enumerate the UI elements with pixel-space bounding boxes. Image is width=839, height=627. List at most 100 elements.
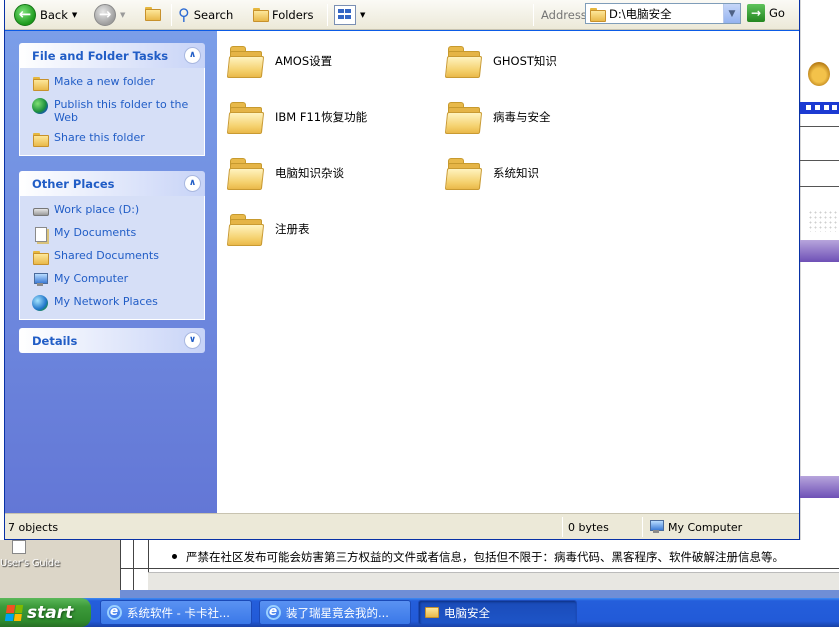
divider (800, 160, 839, 161)
task-label: Share this folder (54, 131, 145, 144)
address-field[interactable]: D:\电脑安全 ▼ (585, 3, 741, 24)
folder-item[interactable]: 病毒与安全 (444, 97, 551, 137)
divider (800, 186, 839, 187)
status-separator (642, 517, 643, 537)
folders-button[interactable]: Folders (249, 2, 317, 27)
status-object-count: 7 objects (8, 520, 59, 534)
start-label: start (27, 602, 74, 623)
back-arrow-icon: ← (14, 3, 36, 26)
place-label: Work place (D:) (54, 203, 140, 216)
up-folder-button[interactable] (141, 2, 163, 27)
folder-icon (444, 42, 483, 80)
folder-item[interactable]: 电脑知识杂谈 (226, 153, 344, 193)
collapse-chevron-icon[interactable]: ∧ (184, 47, 201, 64)
back-button[interactable]: ← Back ▼ (11, 2, 80, 27)
folder-item[interactable]: 注册表 (226, 209, 310, 249)
expand-chevron-icon[interactable]: ∨ (184, 332, 201, 349)
views-icon (334, 4, 356, 25)
dropdown-arrow-icon[interactable]: ▼ (120, 11, 125, 19)
bullet-icon (172, 554, 177, 559)
forward-button[interactable]: → ▼ (91, 2, 128, 27)
place-network-places[interactable]: My Network Places (32, 295, 198, 311)
lion-avatar-icon (808, 62, 830, 86)
address-dropdown-icon[interactable]: ▼ (723, 4, 740, 23)
shortcut-icon[interactable] (12, 540, 26, 554)
task-make-new-folder[interactable]: Make a new folder (32, 75, 198, 91)
collapse-chevron-icon[interactable]: ∧ (184, 175, 201, 192)
divider (120, 568, 839, 569)
task-publish-web[interactable]: Publish this folder to the Web (32, 98, 198, 124)
address-label: Address (541, 8, 587, 22)
folders-icon (252, 6, 269, 24)
folder-item[interactable]: GHOST知识 (444, 41, 557, 81)
dropdown-arrow-icon[interactable]: ▼ (72, 11, 77, 19)
panel-header[interactable]: File and Folder Tasks ∧ (19, 43, 205, 68)
folder-name: GHOST知识 (493, 54, 557, 68)
taskbar: start 系统软件 - 卡卡社... 装了瑞星竟会我的... 电脑安全 (0, 598, 839, 627)
dropdown-arrow-icon[interactable]: ▼ (360, 11, 365, 19)
start-button[interactable]: start (0, 598, 91, 627)
task-label: Publish this folder to the Web (54, 98, 189, 124)
folder-item[interactable]: AMOS设置 (226, 41, 332, 81)
go-button[interactable]: → Go (747, 4, 785, 22)
status-location-label: My Computer (668, 520, 743, 534)
background-purple-bar (800, 240, 839, 262)
panel-header[interactable]: Other Places ∧ (19, 171, 205, 196)
folder-item[interactable]: 系统知识 (444, 153, 539, 193)
place-label: Shared Documents (54, 249, 159, 262)
address-value[interactable]: D:\电脑安全 (609, 6, 672, 22)
folder-item[interactable]: IBM F11恢复功能 (226, 97, 368, 137)
divider (800, 126, 839, 127)
drive-icon (32, 203, 49, 219)
go-label: Go (769, 6, 785, 20)
panel-title: Details (32, 333, 78, 348)
task-share-folder[interactable]: Share this folder (32, 131, 198, 147)
folder-icon (444, 98, 483, 136)
details-panel: Details ∨ (19, 328, 205, 353)
folder-name: 系统知识 (493, 166, 539, 180)
place-my-computer[interactable]: My Computer (32, 272, 198, 288)
folders-label: Folders (272, 7, 314, 22)
panel-title: File and Folder Tasks (32, 48, 169, 63)
background-blue-strip (800, 102, 839, 114)
publish-web-icon (32, 98, 48, 114)
taskbar-item-label: 电脑安全 (444, 605, 490, 620)
search-label: Search (193, 7, 234, 22)
taskbar-item[interactable]: 装了瑞星竟会我的... (259, 600, 411, 625)
taskbar-item-active[interactable]: 电脑安全 (418, 600, 577, 625)
status-size: 0 bytes (568, 520, 609, 534)
background-window-edge (800, 0, 839, 600)
folder-name: IBM F11恢复功能 (275, 110, 368, 124)
place-work-place[interactable]: Work place (D:) (32, 203, 198, 219)
toolbar-separator (171, 4, 172, 26)
desktop-icon-label[interactable]: User's Guide (0, 558, 60, 569)
folder-view: AMOS设置 GHOST知识 IBM F11恢复功能 病毒与安全 电脑知识杂谈 … (217, 31, 799, 513)
other-places-panel: Other Places ∧ Work place (D:) My Docume… (19, 171, 205, 320)
folder-icon (32, 249, 49, 265)
background-window-frame (120, 590, 839, 598)
windows-logo-icon (4, 604, 24, 621)
place-my-documents[interactable]: My Documents (32, 226, 198, 242)
back-label: Back (40, 7, 68, 22)
place-shared-documents[interactable]: Shared Documents (32, 249, 198, 265)
panel-body: Make a new folder Publish this folder to… (19, 68, 205, 156)
task-label: Make a new folder (54, 75, 155, 88)
folder-icon (226, 98, 265, 136)
search-icon: ⚲ (178, 5, 190, 24)
views-button[interactable]: ▼ (331, 2, 368, 27)
documents-icon (32, 226, 48, 242)
computer-icon (32, 272, 48, 288)
file-folder-tasks-panel: File and Folder Tasks ∧ Make a new folde… (19, 43, 205, 156)
network-icon (32, 295, 48, 311)
forum-notice: 严禁在社区发布可能会妨害第三方权益的文件或者信息，包括但不限于：病毒代码、黑客程… (172, 549, 784, 565)
explorer-window: ← Back ▼ → ▼ ⚲ Search Folders ▼ Address (4, 0, 800, 540)
task-pane: File and Folder Tasks ∧ Make a new folde… (5, 31, 217, 513)
share-folder-icon (32, 131, 49, 147)
folder-icon (425, 607, 439, 618)
search-button[interactable]: ⚲ Search (175, 2, 236, 27)
taskbar-item[interactable]: 系统软件 - 卡卡社... (100, 600, 252, 625)
panel-header[interactable]: Details ∨ (19, 328, 205, 353)
ie-icon (107, 604, 122, 620)
toolbar-separator (327, 4, 328, 26)
folder-name: 病毒与安全 (493, 110, 551, 124)
